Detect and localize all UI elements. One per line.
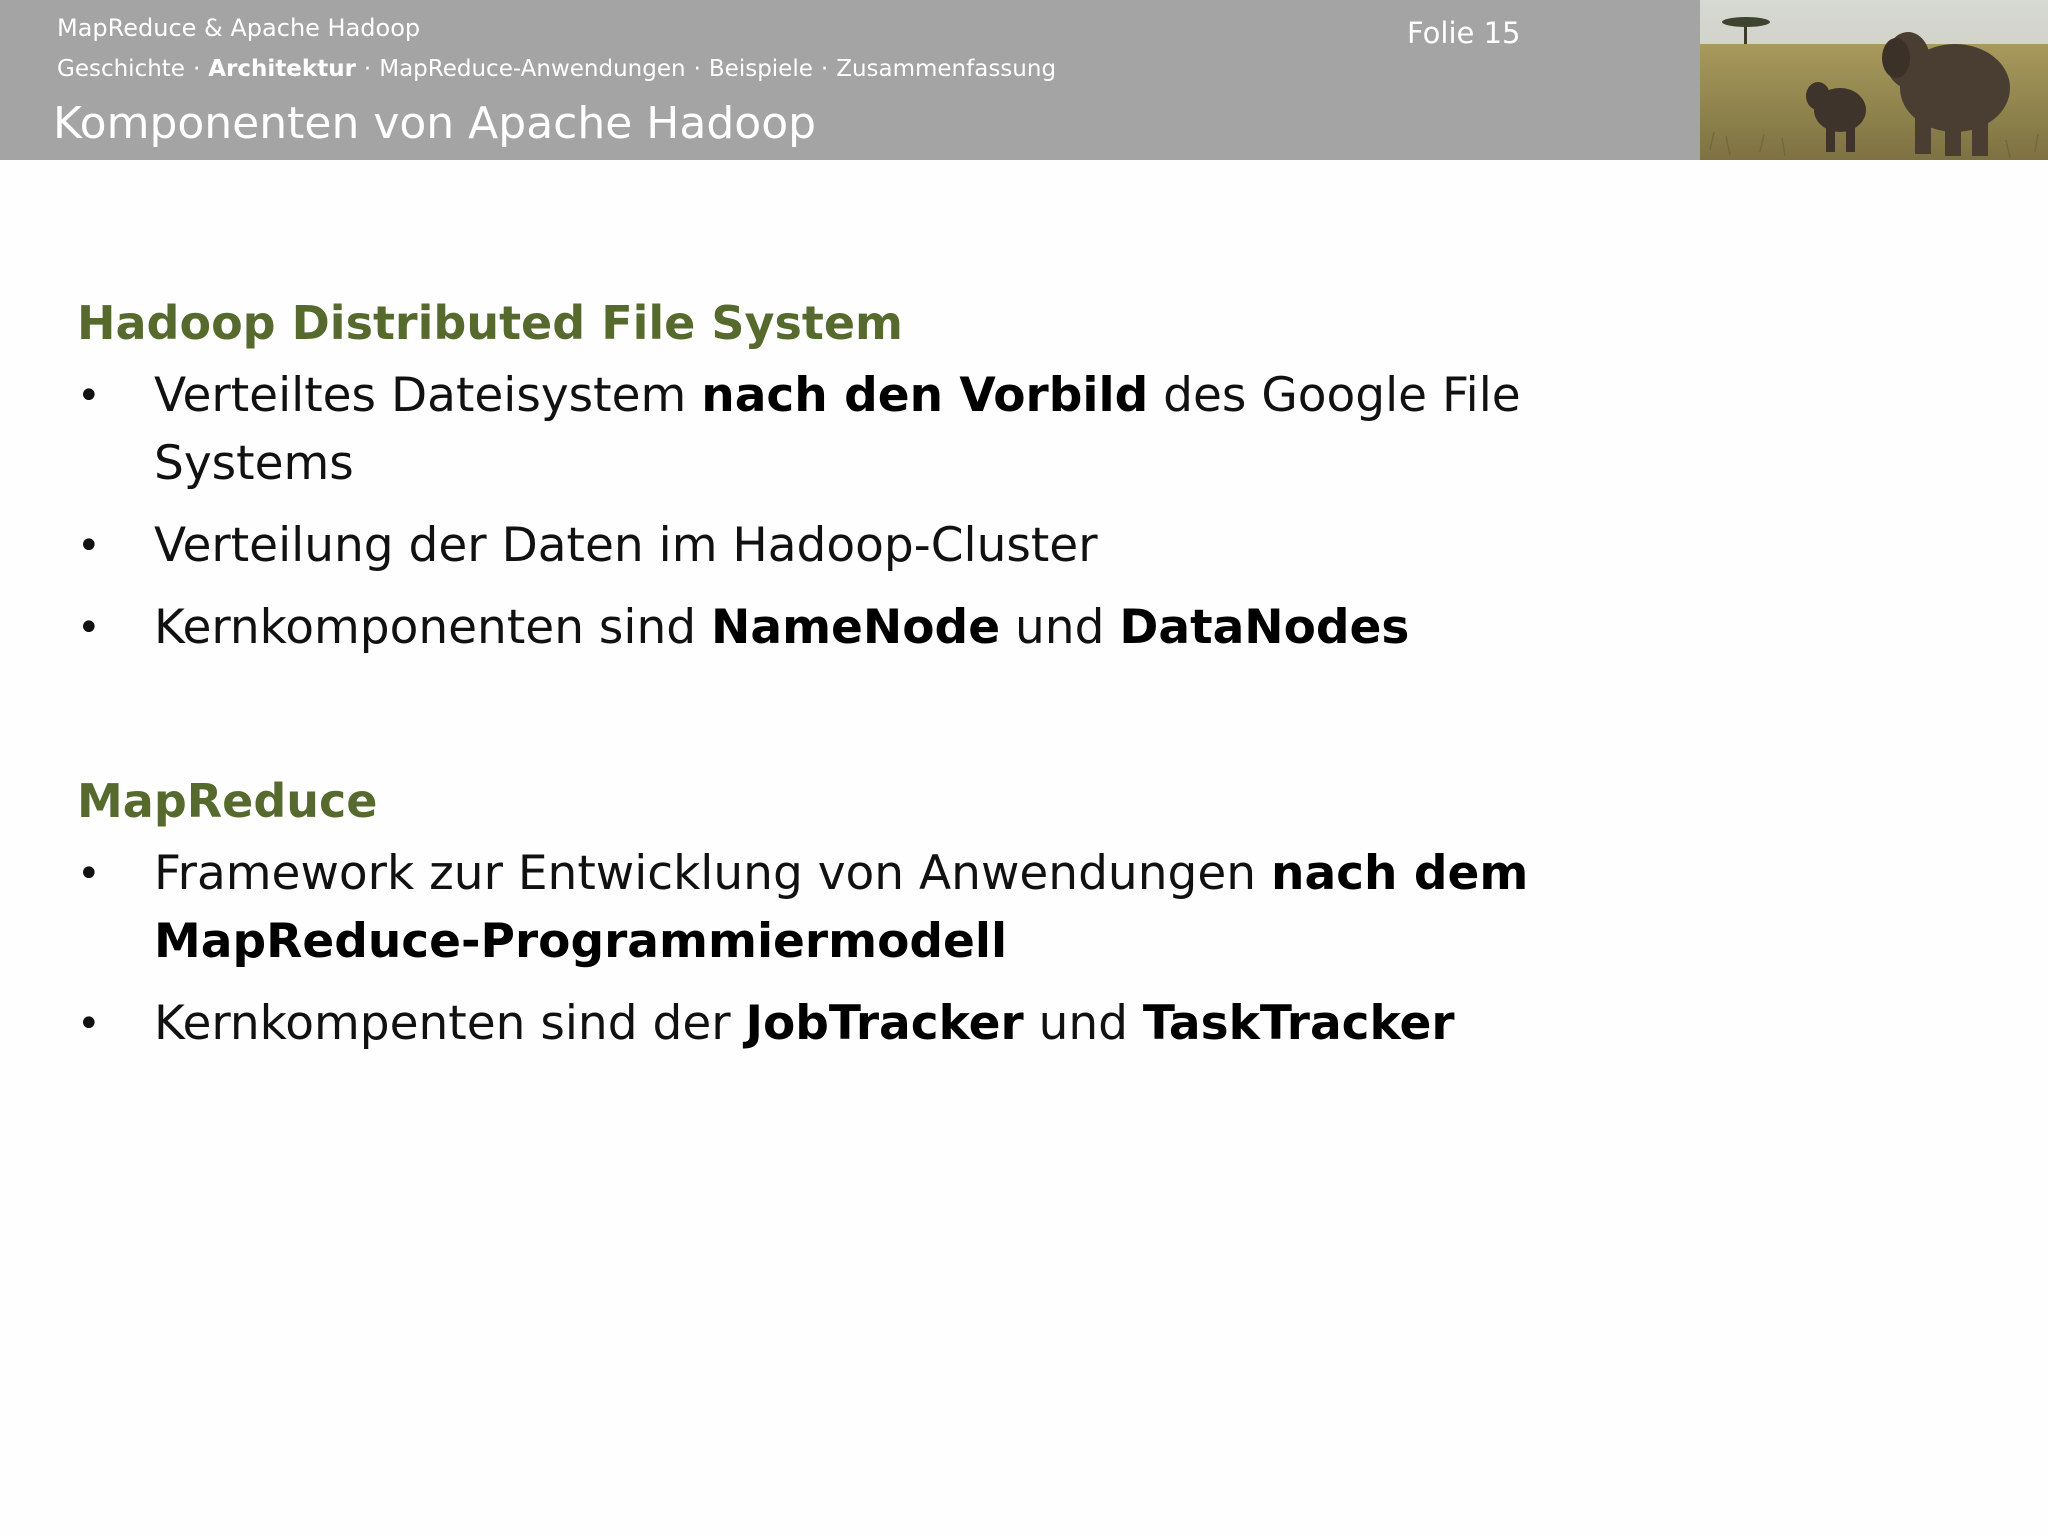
elephants-savanna-image (1700, 0, 2048, 160)
bullet-item: • Verteilung der Daten im Hadoop-Cluster (77, 512, 1577, 580)
breadcrumb-item-zusammenfassung[interactable]: Zusammenfassung (836, 56, 1056, 82)
bullet-text-bold: JobTracker (745, 996, 1024, 1051)
slide-title: Komponenten von Apache Hadoop (53, 98, 817, 149)
breadcrumb-separator: · (820, 56, 829, 82)
bullet-icon: • (77, 523, 101, 569)
bullet-text-bold: DataNodes (1119, 600, 1410, 655)
bullet-icon: • (77, 605, 101, 651)
breadcrumb-item-geschichte[interactable]: Geschichte (57, 56, 185, 82)
bullet-text: Verteilung der Daten im Hadoop-Cluster (154, 518, 1098, 573)
breadcrumb-separator: · (693, 56, 701, 82)
bullet-text-bold: nach den Vorbild (701, 368, 1149, 423)
bullet-icon: • (77, 1001, 101, 1047)
bullet-text: Framework zur Entwicklung von Anwendunge… (154, 846, 1271, 901)
breadcrumb-item-mapreduce-anwendungen[interactable]: MapReduce-Anwendungen (379, 56, 685, 82)
bullet-item: • Kernkompenten sind der JobTracker und T… (77, 990, 1577, 1058)
breadcrumb: Geschichte · Architektur · MapReduce-Anwendu… (57, 56, 1056, 82)
bullet-text-bold: TaskTracker (1142, 996, 1455, 1051)
elephants-illustration (1700, 0, 2048, 160)
section-mapreduce: MapReduce • Framework zur Entwicklung von… (77, 774, 1577, 1072)
bullet-text-bold: NameNode (711, 600, 1001, 655)
breadcrumb-item-architektur[interactable]: Architektur (208, 56, 356, 82)
slide-number: Folie 15 (1407, 16, 1521, 50)
bullet-item: • Framework zur Entwicklung von Anwendung… (77, 840, 1574, 976)
section-heading: MapReduce (77, 774, 378, 828)
bullet-item: • Verteiltes Dateisystem nach den Vorbild… (77, 362, 1574, 498)
header-bar: MapReduce & Apache Hadoop Geschichte · Arc… (0, 0, 1700, 160)
bullet-icon: • (77, 373, 101, 419)
bullet-item: • Kernkomponenten sind NameNode und DataN… (77, 594, 1577, 662)
breadcrumb-item-beispiele[interactable]: Beispiele (709, 56, 813, 82)
bullet-icon: • (77, 851, 101, 897)
section-hdfs: Hadoop Distributed File System • Verteilt… (77, 296, 1577, 676)
breadcrumb-separator: · (192, 56, 201, 82)
bullet-text: Kernkompenten sind der (154, 996, 746, 1051)
slide: MapReduce & Apache Hadoop Geschichte · Arc… (0, 0, 2048, 1536)
bullet-list: • Framework zur Entwicklung von Anwendung… (77, 840, 1577, 1058)
bullet-text: und (1000, 600, 1120, 655)
bullet-text: und (1023, 996, 1143, 1051)
bullet-text: Verteiltes Dateisystem (154, 368, 702, 423)
bullet-text: Kernkomponenten sind (154, 600, 712, 655)
section-heading: Hadoop Distributed File System (77, 296, 903, 350)
bullet-list: • Verteiltes Dateisystem nach den Vorbild… (77, 362, 1577, 662)
breadcrumb-separator: · (363, 56, 372, 82)
course-title: MapReduce & Apache Hadoop (57, 14, 421, 42)
